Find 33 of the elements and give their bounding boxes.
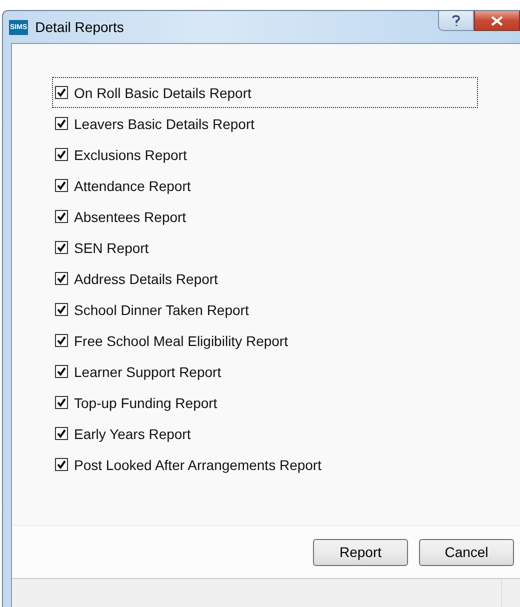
checkbox[interactable] [55,458,68,471]
report-option[interactable]: Post Looked After Arrangements Report [52,449,478,480]
dialog-button[interactable]: Cancel [419,538,514,566]
close-button[interactable] [474,11,520,31]
checkbox[interactable] [55,365,68,378]
checkbox[interactable] [55,86,68,99]
close-icon [491,16,503,26]
window-title: Detail Reports [35,19,124,35]
report-option[interactable]: Attendance Report [52,170,478,201]
help-button[interactable] [438,11,474,31]
checkbox[interactable] [55,303,68,316]
report-option[interactable]: On Roll Basic Details Report [52,77,478,108]
report-option[interactable]: Top-up Funding Report [52,387,478,418]
checkbox[interactable] [55,241,68,254]
report-option[interactable]: Early Years Report [52,418,478,449]
checkbox[interactable] [55,272,68,285]
report-option[interactable]: School Dinner Taken Report [52,294,478,325]
report-option[interactable]: Exclusions Report [52,139,478,170]
report-option[interactable]: Absentees Report [52,201,478,232]
report-option[interactable]: Learner Support Report [52,356,478,387]
report-option[interactable]: SEN Report [52,232,478,263]
checkbox[interactable] [55,179,68,192]
checkbox[interactable] [55,210,68,223]
report-option[interactable]: Leavers Basic Details Report [52,108,478,139]
checkbox[interactable] [55,117,68,130]
checkbox[interactable] [55,148,68,161]
dialog-button[interactable]: Report [313,538,408,566]
help-icon [452,14,460,26]
report-option[interactable]: Free School Meal Eligibility Report [52,325,478,356]
report-option[interactable]: Address Details Report [52,263,478,294]
checkbox[interactable] [55,334,68,347]
checkbox[interactable] [55,396,68,409]
checkbox[interactable] [55,427,68,440]
